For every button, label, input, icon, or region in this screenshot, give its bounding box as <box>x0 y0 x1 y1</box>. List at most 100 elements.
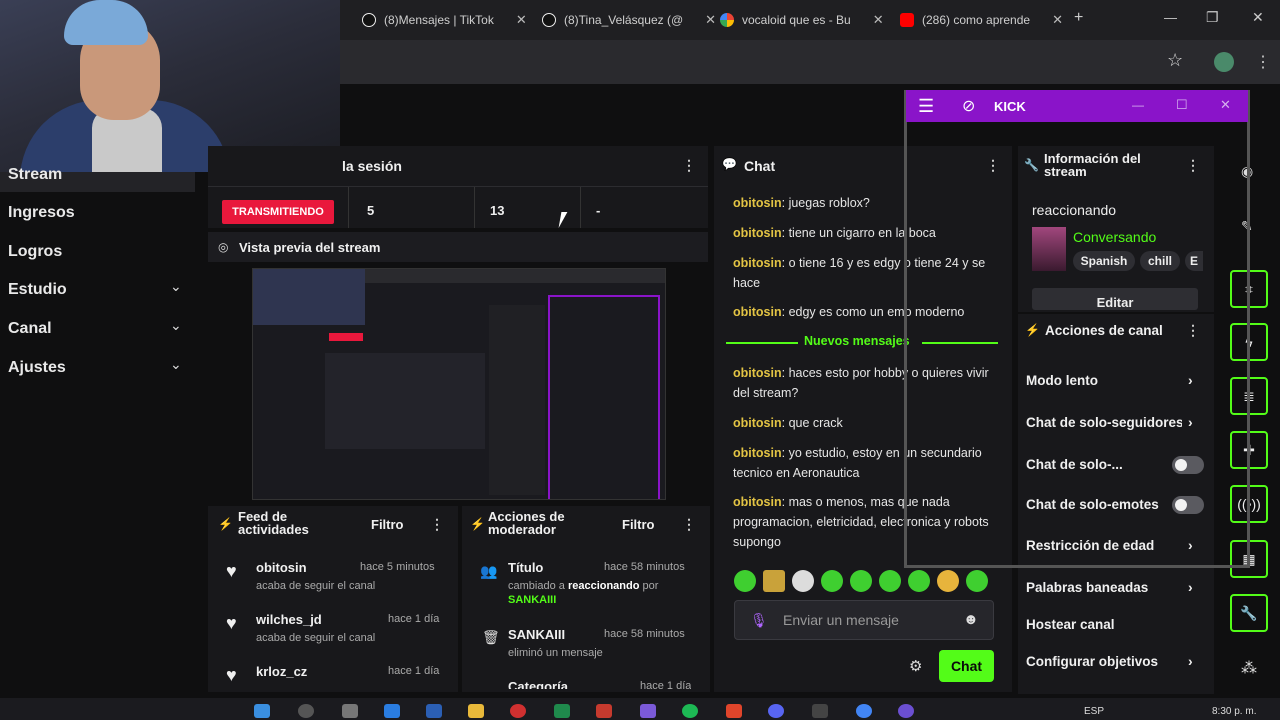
no-video-icon: ⊘ <box>962 98 976 115</box>
emote-icon[interactable] <box>908 570 930 592</box>
search-icon[interactable] <box>298 704 314 718</box>
hamburger-menu-icon[interactable]: ☰ <box>918 96 934 117</box>
excel-icon[interactable] <box>554 704 570 718</box>
new-tab-button[interactable]: + <box>1074 9 1083 27</box>
preview-chat <box>489 305 545 495</box>
bolt-icon: ⚡ <box>218 517 233 531</box>
mod-item-time: hace 58 minutos <box>604 628 685 640</box>
chrome-icon[interactable] <box>856 704 872 718</box>
chat-input[interactable]: Enviar un mensaje <box>734 600 994 640</box>
mod-item-user[interactable]: SANKAIII <box>508 594 556 606</box>
chevron-down-icon[interactable]: ⌄ <box>170 356 182 373</box>
language-indicator[interactable]: ESP <box>1084 706 1104 717</box>
mod-filter-button[interactable]: Filtro <box>622 517 655 532</box>
address-bar[interactable] <box>340 40 1280 84</box>
gear-icon[interactable]: ⚙ <box>909 657 922 675</box>
stream-preview-video[interactable] <box>252 268 666 500</box>
action-host-channel[interactable]: Hostear canal <box>1026 617 1115 632</box>
task-view-icon[interactable] <box>342 704 358 718</box>
emote-icon[interactable] <box>850 570 872 592</box>
youtube-icon <box>900 13 914 27</box>
sidebar-item-canal[interactable]: Canal <box>8 320 52 338</box>
stat-value: 5 <box>367 203 375 218</box>
app-icon[interactable] <box>768 704 784 718</box>
tab-google-search[interactable]: vocaloid que es - Bu ✕ <box>710 6 894 34</box>
bookmark-star-icon[interactable]: ☆ <box>1167 50 1183 71</box>
opera-icon[interactable] <box>510 704 526 718</box>
mod-item-time: hace 58 minutos <box>604 561 685 573</box>
app-icon[interactable] <box>596 704 612 718</box>
sidebar-item-stream[interactable]: Stream <box>8 166 62 184</box>
send-chat-button[interactable]: Chat <box>939 650 994 682</box>
profile-avatar[interactable] <box>1214 52 1234 72</box>
tiktok-icon <box>542 13 556 27</box>
close-icon[interactable]: ✕ <box>1220 97 1231 113</box>
emote-icon[interactable] <box>879 570 901 592</box>
mod-item-detail: cambiado a reaccionando por <box>508 580 659 592</box>
maximize-button[interactable]: ☐ <box>1176 97 1188 113</box>
microphone-icon[interactable]: 🎙 <box>750 612 768 629</box>
clock[interactable]: 8:30 p. m. <box>1212 706 1256 717</box>
word-icon[interactable] <box>426 704 442 718</box>
mod-item-detail: eliminó un mensaje <box>508 647 603 659</box>
chevron-down-icon[interactable]: ⌄ <box>170 278 182 295</box>
tab-tiktok-profile[interactable]: (8)Tina_Velásquez (@ ✕ <box>532 6 726 34</box>
emote-icon[interactable] <box>966 570 988 592</box>
preview-kick-window <box>548 295 660 499</box>
sidebar-item-estudio[interactable]: Estudio <box>8 281 67 299</box>
emote-icon[interactable] <box>821 570 843 592</box>
more-options-icon[interactable]: ⋮ <box>682 157 696 174</box>
divider <box>726 342 798 344</box>
brave-icon[interactable] <box>726 704 742 718</box>
emote-icon[interactable] <box>763 570 785 592</box>
tab-youtube[interactable]: (286) como aprende ✕ <box>890 6 1073 34</box>
feed-action: acaba de seguir el canal <box>256 580 376 592</box>
apps-icon[interactable]: ⁂ <box>1241 658 1257 678</box>
bolt-icon: ⚡ <box>470 517 485 531</box>
maximize-button[interactable]: ❐ <box>1206 9 1219 26</box>
emote-icon[interactable] <box>792 570 814 592</box>
close-icon[interactable]: ✕ <box>1052 12 1063 28</box>
feed-action: acaba de seguir el canal <box>256 632 376 644</box>
rail-button-tools[interactable]: 🔧 <box>1230 594 1268 632</box>
minimize-button[interactable]: — <box>1132 98 1144 112</box>
browser-menu-icon[interactable]: ⋮ <box>1255 52 1271 72</box>
close-icon[interactable]: ✕ <box>516 12 527 28</box>
close-icon[interactable]: ✕ <box>873 12 884 28</box>
feed-filter-button[interactable]: Filtro <box>371 517 404 532</box>
feed-user[interactable]: krloz_cz <box>256 664 307 679</box>
chevron-right-icon[interactable]: › <box>1188 579 1193 595</box>
preview-title: Vista previa del stream <box>239 240 381 255</box>
edge-icon[interactable] <box>384 704 400 718</box>
close-window-button[interactable]: ✕ <box>1252 9 1264 26</box>
chat-title: Chat <box>744 158 776 174</box>
trash-icon: 🗑 <box>482 629 500 645</box>
heart-icon: ♥ <box>226 665 237 685</box>
emote-icon[interactable] <box>937 570 959 592</box>
app-icon[interactable] <box>640 704 656 718</box>
sidebar-item-logros[interactable]: Logros <box>8 243 62 261</box>
chevron-down-icon[interactable]: ⌄ <box>170 317 182 334</box>
feed-user[interactable]: wilches_jd <box>256 612 322 627</box>
obs-icon[interactable] <box>898 704 914 718</box>
chevron-right-icon[interactable]: › <box>1188 653 1193 669</box>
minimize-button[interactable]: — <box>1164 10 1177 25</box>
windows-start-icon[interactable] <box>254 704 270 718</box>
emoji-picker-icon[interactable]: ☻ <box>963 611 979 628</box>
folder-icon[interactable] <box>468 704 484 718</box>
kick-window-titlebar[interactable] <box>906 90 1248 122</box>
divider <box>474 187 475 228</box>
more-options-icon[interactable]: ⋮ <box>682 516 696 533</box>
app-icon[interactable] <box>812 704 828 718</box>
more-options-icon[interactable]: ⋮ <box>430 516 444 533</box>
tab-tiktok-messages[interactable]: (8)Mensajes | TikTok ✕ <box>352 6 537 34</box>
feed-user[interactable]: obitosin <box>256 560 307 575</box>
emote-icon[interactable] <box>734 570 756 592</box>
action-banned-words[interactable]: Palabras baneadas <box>1026 580 1148 595</box>
spotify-icon[interactable] <box>682 704 698 718</box>
sidebar-item-ajustes[interactable]: Ajustes <box>8 359 66 377</box>
sidebar-item-ingresos[interactable]: Ingresos <box>8 204 75 222</box>
mod-item-title: Categoría <box>508 679 568 689</box>
action-configure-goals[interactable]: Configurar objetivos <box>1026 654 1158 669</box>
mod-item-time: hace 1 día <box>640 680 692 689</box>
